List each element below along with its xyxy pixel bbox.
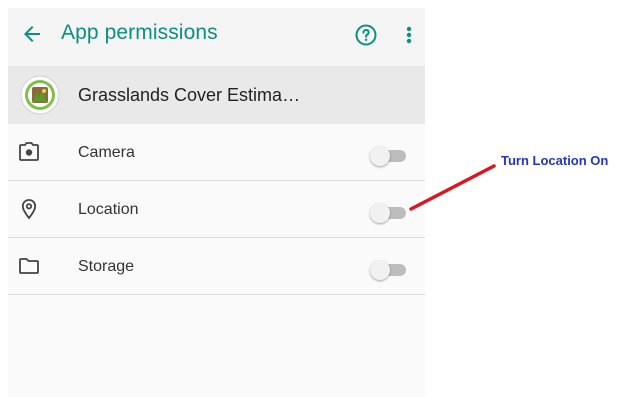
permission-row-location[interactable]: Location [8, 181, 425, 238]
app-name: Grasslands Cover Estima… [78, 85, 301, 105]
folder-icon [19, 258, 39, 274]
toggle-thumb [370, 203, 390, 223]
permission-row-camera[interactable]: Camera [8, 124, 425, 181]
toggle-thumb [370, 146, 390, 166]
divider [8, 294, 425, 295]
help-circle-icon[interactable] [354, 23, 378, 47]
phone-screen: App permissions Grasslands Cover Estima…… [8, 8, 425, 397]
page-title: App permissions [61, 21, 218, 44]
app-bar: App permissions [8, 8, 425, 66]
camera-icon [19, 142, 39, 161]
permission-label-location: Location [78, 201, 139, 218]
annotation-label: Turn Location On [501, 153, 609, 168]
location-pin-icon [21, 199, 37, 220]
permission-label-camera: Camera [78, 144, 135, 161]
camera-toggle[interactable] [370, 146, 406, 166]
app-logo-icon [20, 75, 60, 115]
permission-label-storage: Storage [78, 258, 135, 275]
toggle-thumb [370, 260, 390, 280]
permission-row-storage[interactable]: Storage [8, 238, 425, 295]
storage-toggle[interactable] [370, 260, 406, 280]
arrow-back-icon[interactable] [20, 22, 44, 46]
more-vert-icon[interactable] [404, 23, 414, 47]
screenshot-root: App permissions Grasslands Cover Estima…… [0, 0, 634, 397]
app-info-header: Grasslands Cover Estima… [8, 66, 425, 124]
location-toggle[interactable] [370, 203, 406, 223]
